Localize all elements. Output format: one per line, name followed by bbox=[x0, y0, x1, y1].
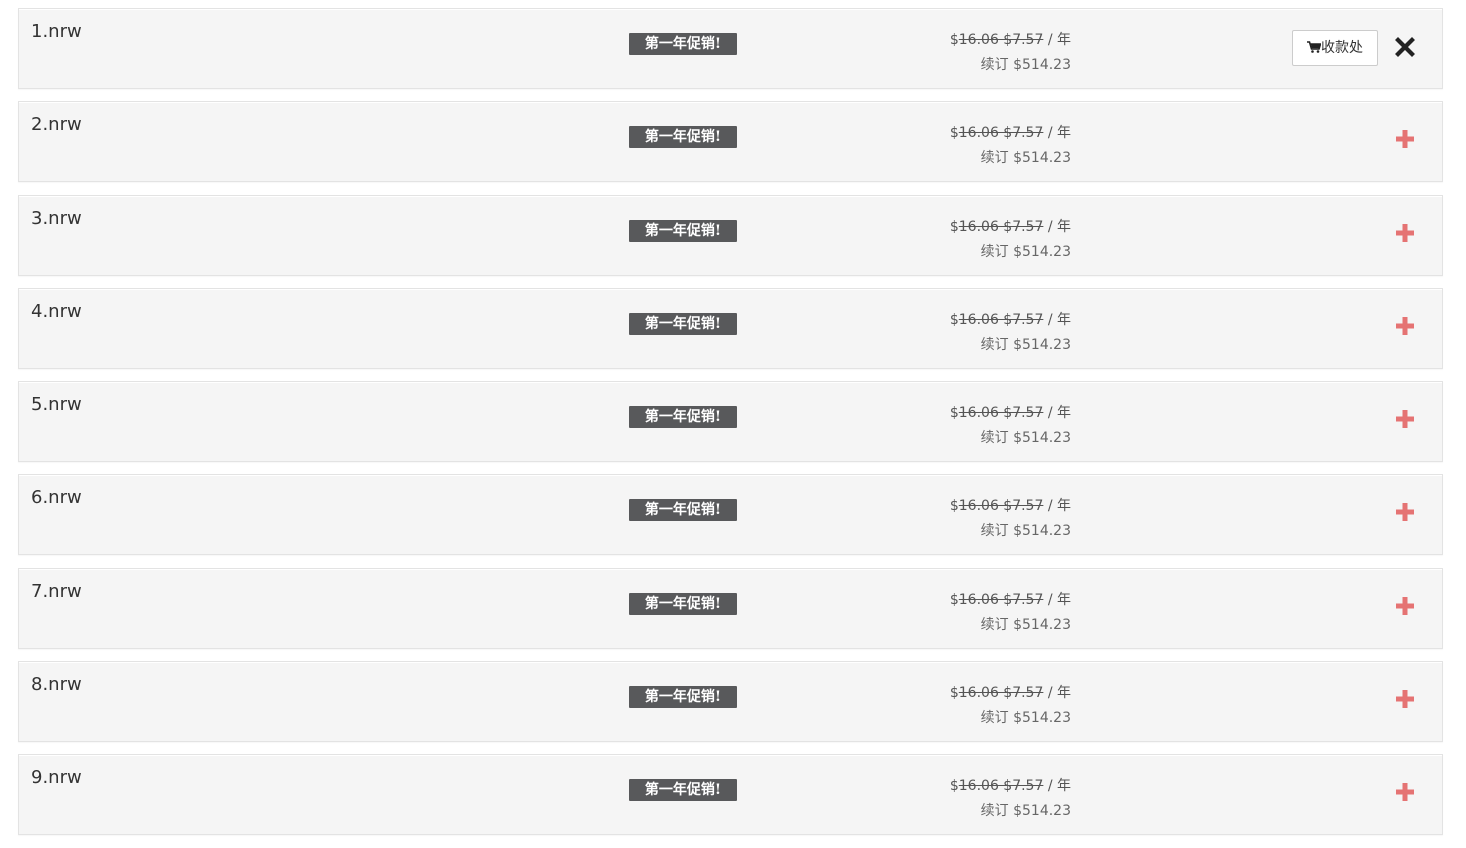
per-year-label: / 年 bbox=[1043, 778, 1071, 795]
price-block: $16.06 $7.57 / 年 续订 $514.23 bbox=[950, 494, 1071, 544]
domain-row: 5.nrw 第一年促销! $16.06 $7.57 / 年 续订 $514.23 bbox=[18, 381, 1443, 463]
price-block: $16.06 $7.57 / 年 续订 $514.23 bbox=[950, 774, 1071, 824]
domain-row: 9.nrw 第一年促销! $16.06 $7.57 / 年 续订 $514.23 bbox=[18, 754, 1443, 836]
domain-name: 6.nrw bbox=[31, 487, 82, 509]
per-year-label: / 年 bbox=[1043, 591, 1071, 608]
per-year-label: / 年 bbox=[1043, 405, 1071, 422]
price-currency: $ bbox=[949, 405, 959, 422]
renewal-price: 续订 $514.23 bbox=[980, 430, 1071, 447]
price-line: $16.06 $7.57 / 年 bbox=[950, 28, 1071, 53]
promo-badge: 第一年促销! bbox=[629, 126, 737, 149]
price-currency: $ bbox=[949, 218, 959, 235]
domain-row: 8.nrw 第一年促销! $16.06 $7.57 / 年 续订 $514.23 bbox=[18, 661, 1443, 743]
plus-icon[interactable] bbox=[1394, 781, 1416, 803]
promo-badge: 第一年促销! bbox=[629, 33, 737, 55]
promo-badge: 第一年促销! bbox=[629, 406, 737, 429]
renewal-price: 续订 $514.23 bbox=[980, 336, 1071, 353]
original-price: 16.06 $7.57 bbox=[958, 32, 1044, 48]
domain-name: 8.nrw bbox=[31, 674, 82, 696]
domain-row: 4.nrw 第一年促销! $16.06 $7.57 / 年 续订 $514.23 bbox=[18, 287, 1443, 369]
domain-name: 7.nrw bbox=[31, 580, 82, 602]
price-line: $16.06 $7.57 / 年 bbox=[950, 774, 1071, 799]
domain-name: 9.nrw bbox=[31, 767, 82, 789]
plus-icon[interactable] bbox=[1394, 222, 1416, 244]
plus-icon[interactable] bbox=[1394, 595, 1416, 617]
promo-badge: 第一年促销! bbox=[629, 779, 737, 802]
promo-badge: 第一年促销! bbox=[629, 686, 737, 709]
domain-name: 2.nrw bbox=[31, 114, 82, 136]
per-year-label: / 年 bbox=[1043, 685, 1071, 702]
original-price: 16.06 $7.57 bbox=[958, 778, 1044, 795]
renewal-price: 续订 $514.23 bbox=[980, 243, 1071, 260]
per-year-label: / 年 bbox=[1043, 218, 1071, 235]
price-block: $16.06 $7.57 / 年 续订 $514.23 bbox=[950, 28, 1071, 78]
domain-name: 3.nrw bbox=[31, 207, 82, 229]
original-price: 16.06 $7.57 bbox=[958, 311, 1044, 328]
price-line: $16.06 $7.57 / 年 bbox=[950, 308, 1071, 333]
cart-icon bbox=[1307, 41, 1321, 53]
price-block: $16.06 $7.57 / 年 续订 $514.23 bbox=[950, 681, 1071, 731]
close-icon[interactable] bbox=[1394, 35, 1416, 59]
price-block: $16.06 $7.57 / 年 续订 $514.23 bbox=[950, 121, 1071, 171]
price-line: $16.06 $7.57 / 年 bbox=[950, 215, 1071, 240]
plus-icon[interactable] bbox=[1394, 688, 1416, 710]
original-price: 16.06 $7.57 bbox=[958, 498, 1044, 515]
renewal-price: 续订 $514.23 bbox=[980, 803, 1071, 820]
promo-badge: 第一年促销! bbox=[629, 219, 737, 242]
price-line: $16.06 $7.57 / 年 bbox=[950, 588, 1071, 613]
price-currency: $ bbox=[949, 125, 959, 142]
checkout-button[interactable]: 收款处 bbox=[1292, 30, 1378, 66]
domain-name: 4.nrw bbox=[31, 300, 82, 322]
domain-name: 5.nrw bbox=[31, 394, 82, 416]
price-currency: $ bbox=[949, 32, 959, 48]
original-price: 16.06 $7.57 bbox=[958, 218, 1044, 235]
per-year-label: / 年 bbox=[1043, 32, 1071, 48]
price-block: $16.06 $7.57 / 年 续订 $514.23 bbox=[950, 215, 1071, 265]
price-block: $16.06 $7.57 / 年 续订 $514.23 bbox=[950, 308, 1071, 358]
original-price: 16.06 $7.57 bbox=[958, 591, 1044, 608]
domain-row: 7.nrw 第一年促销! $16.06 $7.57 / 年 续订 $514.23 bbox=[18, 567, 1443, 649]
renewal-price: 续订 $514.23 bbox=[980, 710, 1071, 727]
price-currency: $ bbox=[949, 778, 959, 795]
domain-row: 2.nrw 第一年促销! $16.06 $7.57 / 年 续订 $514.23 bbox=[18, 101, 1443, 183]
price-line: $16.06 $7.57 / 年 bbox=[950, 401, 1071, 426]
price-currency: $ bbox=[949, 498, 959, 515]
per-year-label: / 年 bbox=[1043, 125, 1071, 142]
plus-icon[interactable] bbox=[1394, 128, 1416, 150]
promo-badge: 第一年促销! bbox=[629, 499, 737, 522]
price-currency: $ bbox=[949, 685, 959, 702]
plus-icon[interactable] bbox=[1394, 501, 1416, 523]
price-block: $16.06 $7.57 / 年 续订 $514.23 bbox=[950, 588, 1071, 638]
per-year-label: / 年 bbox=[1043, 311, 1071, 328]
price-line: $16.06 $7.57 / 年 bbox=[950, 121, 1071, 146]
checkout-label: 收款处 bbox=[1321, 40, 1363, 56]
domain-results-list: 1.nrw 第一年促销! $16.06 $7.57 / 年 续订 $514.23… bbox=[18, 8, 1443, 848]
promo-badge: 第一年促销! bbox=[629, 312, 737, 335]
domain-row: 6.nrw 第一年促销! $16.06 $7.57 / 年 续订 $514.23 bbox=[18, 474, 1443, 556]
original-price: 16.06 $7.57 bbox=[958, 685, 1044, 702]
domain-name: 1.nrw bbox=[31, 21, 82, 42]
price-currency: $ bbox=[949, 591, 959, 608]
original-price: 16.06 $7.57 bbox=[958, 405, 1044, 422]
price-block: $16.06 $7.57 / 年 续订 $514.23 bbox=[950, 401, 1071, 451]
renewal-price: 续订 $514.23 bbox=[980, 616, 1071, 633]
promo-badge: 第一年促销! bbox=[629, 592, 737, 615]
renewal-price: 续订 $514.23 bbox=[980, 523, 1071, 540]
domain-row: 3.nrw 第一年促销! $16.06 $7.57 / 年 续订 $514.23 bbox=[18, 194, 1443, 276]
domain-row: 1.nrw 第一年促销! $16.06 $7.57 / 年 续订 $514.23… bbox=[18, 8, 1443, 89]
per-year-label: / 年 bbox=[1043, 498, 1071, 515]
price-currency: $ bbox=[949, 311, 959, 328]
price-line: $16.06 $7.57 / 年 bbox=[950, 494, 1071, 519]
original-price: 16.06 $7.57 bbox=[958, 125, 1044, 142]
price-line: $16.06 $7.57 / 年 bbox=[950, 681, 1071, 706]
plus-icon[interactable] bbox=[1394, 315, 1416, 337]
plus-icon[interactable] bbox=[1394, 408, 1416, 430]
renewal-price: 续订 $514.23 bbox=[980, 150, 1071, 167]
renewal-price: 续订 $514.23 bbox=[980, 57, 1071, 73]
